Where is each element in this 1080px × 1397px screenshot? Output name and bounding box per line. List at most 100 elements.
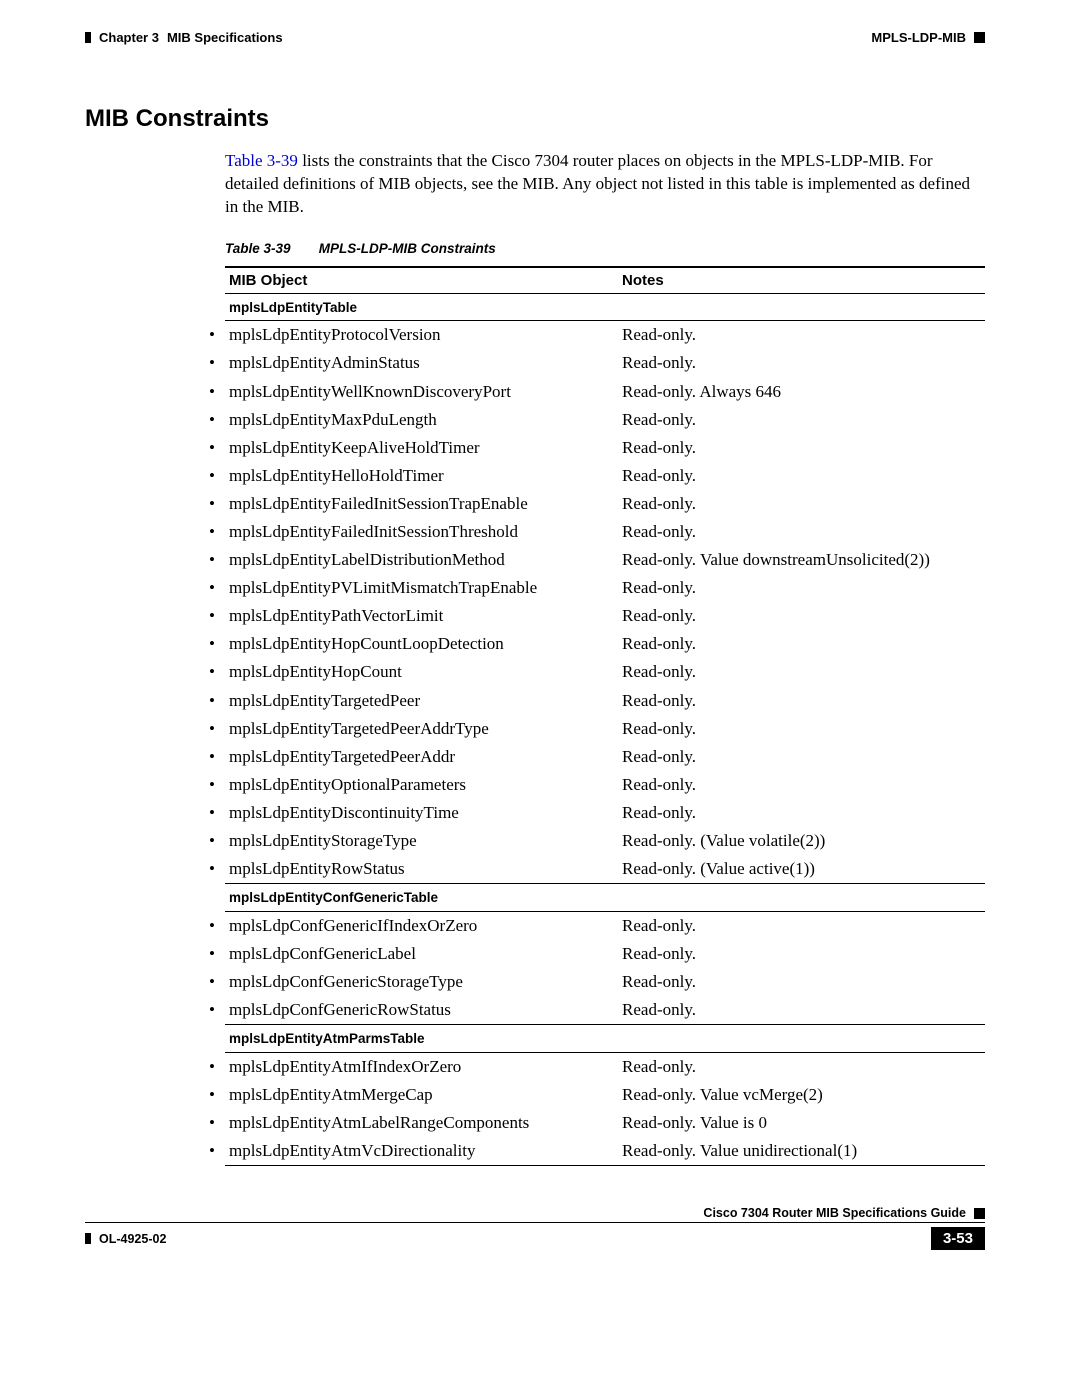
bullet-icon: • [209,549,229,571]
table-row: •mplsLdpEntityAdminStatusRead-only. [225,349,985,377]
table-row: •mplsLdpEntityAtmIfIndexOrZeroRead-only. [225,1052,985,1081]
bullet-icon: • [209,943,229,965]
notes-cell: Read-only. [618,434,985,462]
notes-cell: Read-only. [618,406,985,434]
table-row: •mplsLdpConfGenericIfIndexOrZeroRead-onl… [225,911,985,940]
mib-object-cell: •mplsLdpEntityAtmVcDirectionality [225,1137,618,1166]
notes-cell: Read-only. (Value active(1)) [618,855,985,884]
notes-cell: Read-only. [618,518,985,546]
footer-marker-icon [974,1208,985,1219]
mib-object-cell: •mplsLdpEntityOptionalParameters [225,771,618,799]
mib-object-cell: •mplsLdpEntityHopCount [225,658,618,686]
col-header-object: MIB Object [225,267,618,294]
bullet-icon: • [209,858,229,880]
notes-cell: Read-only. [618,1052,985,1081]
footer-marker-icon [85,1233,91,1244]
notes-cell: Read-only. Value unidirectional(1) [618,1137,985,1166]
mib-object-cell: •mplsLdpEntityAtmMergeCap [225,1081,618,1109]
notes-cell: Read-only. Value downstreamUnsolicited(2… [618,546,985,574]
table-row: •mplsLdpEntityPVLimitMismatchTrapEnableR… [225,574,985,602]
table-row: •mplsLdpEntityAtmVcDirectionalityRead-on… [225,1137,985,1166]
notes-cell: Read-only. [618,911,985,940]
notes-cell: Read-only. [618,996,985,1025]
notes-cell: Read-only. [618,940,985,968]
table-row: •mplsLdpEntityFailedInitSessionTrapEnabl… [225,490,985,518]
bullet-icon: • [209,690,229,712]
table-group-header: mplsLdpEntityTable [225,293,985,321]
mib-object-cell: •mplsLdpEntityWellKnownDiscoveryPort [225,378,618,406]
bullet-icon: • [209,521,229,543]
bullet-icon: • [209,1056,229,1078]
mib-object-cell: •mplsLdpConfGenericIfIndexOrZero [225,911,618,940]
header-section-label: MPLS-LDP-MIB [871,30,966,45]
mib-object-cell: •mplsLdpEntityPVLimitMismatchTrapEnable [225,574,618,602]
mib-object-cell: •mplsLdpConfGenericRowStatus [225,996,618,1025]
mib-object-cell: •mplsLdpEntityRowStatus [225,855,618,884]
table-title: MPLS-LDP-MIB Constraints [319,241,496,256]
bullet-icon: • [209,971,229,993]
table-number: Table 3-39 [225,241,315,256]
table-row: •mplsLdpConfGenericLabelRead-only. [225,940,985,968]
bullet-icon: • [209,605,229,627]
notes-cell: Read-only. [618,602,985,630]
table-row: •mplsLdpEntityTargetedPeerRead-only. [225,687,985,715]
mib-object-cell: •mplsLdpEntityFailedInitSessionTrapEnabl… [225,490,618,518]
bullet-icon: • [209,465,229,487]
table-row: •mplsLdpEntityHopCountRead-only. [225,658,985,686]
table-row: •mplsLdpEntityStorageTypeRead-only. (Val… [225,827,985,855]
header-marker-icon [974,32,985,43]
bullet-icon: • [209,915,229,937]
footer-guide-title: Cisco 7304 Router MIB Specifications Gui… [703,1206,966,1220]
mib-object-cell: •mplsLdpEntityTargetedPeerAddrType [225,715,618,743]
bullet-icon: • [209,437,229,459]
bullet-icon: • [209,493,229,515]
notes-cell: Read-only. Value vcMerge(2) [618,1081,985,1109]
table-row: •mplsLdpEntityAtmMergeCapRead-only. Valu… [225,1081,985,1109]
notes-cell: Read-only. [618,968,985,996]
header-marker-icon [85,32,91,43]
bullet-icon: • [209,1084,229,1106]
mib-object-cell: •mplsLdpEntityKeepAliveHoldTimer [225,434,618,462]
section-title: MIB Constraints [85,105,985,133]
bullet-icon: • [209,661,229,683]
notes-cell: Read-only. [618,574,985,602]
page-footer: Cisco 7304 Router MIB Specifications Gui… [85,1206,985,1250]
mib-object-cell: •mplsLdpEntityStorageType [225,827,618,855]
table-group-header: mplsLdpEntityAtmParmsTable [225,1025,985,1053]
table-row: •mplsLdpEntityMaxPduLengthRead-only. [225,406,985,434]
intro-paragraph: Table 3-39 lists the constraints that th… [225,150,985,219]
mib-object-cell: •mplsLdpEntityAdminStatus [225,349,618,377]
mib-object-cell: •mplsLdpConfGenericStorageType [225,968,618,996]
bullet-icon: • [209,718,229,740]
mib-object-cell: •mplsLdpEntityHopCountLoopDetection [225,630,618,658]
table-row: •mplsLdpConfGenericRowStatusRead-only. [225,996,985,1025]
footer-doc-number: OL-4925-02 [99,1232,166,1246]
intro-text: lists the constraints that the Cisco 730… [225,151,970,216]
chapter-number: Chapter 3 [99,30,159,45]
bullet-icon: • [209,324,229,346]
table-reference-link[interactable]: Table 3-39 [225,151,298,170]
bullet-icon: • [209,774,229,796]
bullet-icon: • [209,1112,229,1134]
table-group-header: mplsLdpEntityConfGenericTable [225,884,985,912]
mib-object-cell: •mplsLdpEntityMaxPduLength [225,406,618,434]
notes-cell: Read-only. Value is 0 [618,1109,985,1137]
bullet-icon: • [209,746,229,768]
mib-object-cell: •mplsLdpEntityAtmIfIndexOrZero [225,1052,618,1081]
bullet-icon: • [209,999,229,1021]
notes-cell: Read-only. [618,321,985,350]
notes-cell: Read-only. [618,771,985,799]
bullet-icon: • [209,1140,229,1162]
notes-cell: Read-only. [618,490,985,518]
mib-object-cell: •mplsLdpEntityPathVectorLimit [225,602,618,630]
mib-object-cell: •mplsLdpConfGenericLabel [225,940,618,968]
col-header-notes: Notes [618,267,985,294]
bullet-icon: • [209,381,229,403]
mib-object-cell: •mplsLdpEntityFailedInitSessionThreshold [225,518,618,546]
bullet-icon: • [209,802,229,824]
table-row: •mplsLdpConfGenericStorageTypeRead-only. [225,968,985,996]
notes-cell: Read-only. [618,658,985,686]
mib-object-cell: •mplsLdpEntityTargetedPeerAddr [225,743,618,771]
table-row: •mplsLdpEntityHopCountLoopDetectionRead-… [225,630,985,658]
bullet-icon: • [209,409,229,431]
